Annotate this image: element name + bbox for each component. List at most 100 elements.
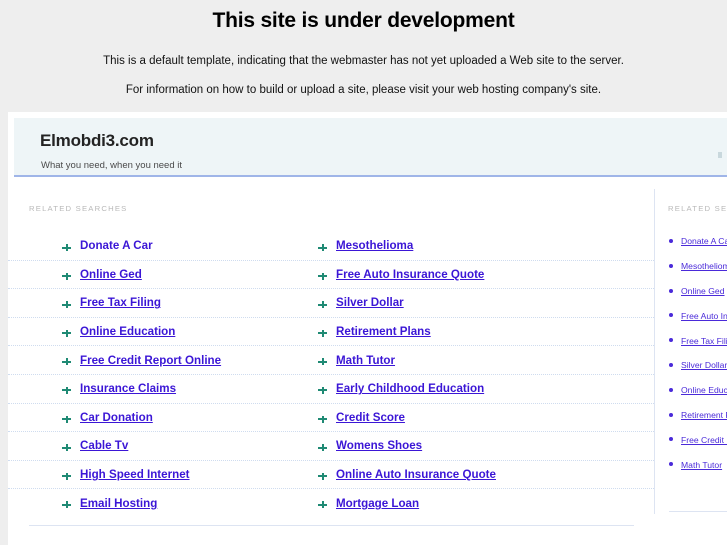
- table-row: Email Hosting Mortgage Loan: [8, 489, 654, 518]
- bottom-divider: [29, 525, 634, 526]
- dot-bullet-icon: [669, 338, 673, 343]
- arrow-bullet-icon: [62, 243, 71, 252]
- keyword-link[interactable]: High Speed Internet: [80, 468, 190, 481]
- keyword-link[interactable]: Credit Score: [336, 411, 405, 424]
- dot-bullet-icon: [669, 412, 673, 417]
- arrow-bullet-icon: [318, 472, 327, 481]
- list-item: Mesothelioma: [655, 254, 727, 279]
- rail-keyword-link[interactable]: Donate A Car: [681, 236, 727, 246]
- keyword-cell: Email Hosting: [8, 489, 318, 518]
- list-item: Math Tutor: [655, 452, 727, 477]
- keyword-link[interactable]: Free Tax Filing: [80, 296, 161, 309]
- rail-keyword-link[interactable]: Retirement Plans: [681, 410, 727, 420]
- keyword-link[interactable]: Womens Shoes: [336, 439, 422, 452]
- keyword-link[interactable]: Early Childhood Education: [336, 382, 484, 395]
- keyword-cell: Mortgage Loan: [318, 489, 628, 518]
- keyword-link[interactable]: Free Auto Insurance Quote: [336, 268, 484, 281]
- page-title: This site is under development: [212, 9, 515, 32]
- list-item: Free Tax Filing: [655, 328, 727, 353]
- domain-name: Elmobdi3.com: [40, 131, 154, 150]
- keyword-cell: Online Auto Insurance Quote: [318, 461, 628, 489]
- rail-searches-label: RELATED SEARCHES: [668, 204, 727, 213]
- default-template-notice: This site is under development This is a…: [0, 0, 727, 96]
- rail-keyword-link[interactable]: Free Credit Report Online: [681, 435, 727, 445]
- dot-bullet-icon: [669, 387, 673, 392]
- rail-keyword-link[interactable]: Free Auto Insurance Quote: [681, 311, 727, 321]
- list-item: Free Credit Report Online: [655, 427, 727, 452]
- keyword-link[interactable]: Cable Tv: [80, 439, 128, 452]
- keyword-cell: Womens Shoes: [318, 432, 628, 460]
- table-row: Donate A Car Mesothelioma: [8, 232, 654, 261]
- arrow-bullet-icon: [318, 415, 327, 424]
- keyword-cell: Insurance Claims: [8, 375, 318, 403]
- table-row: Free Credit Report Online Math Tutor: [8, 346, 654, 375]
- keyword-link[interactable]: Online Auto Insurance Quote: [336, 468, 496, 481]
- table-row: Cable Tv Womens Shoes: [8, 432, 654, 461]
- arrow-bullet-icon: [318, 243, 327, 252]
- keyword-cell: Cable Tv: [8, 432, 318, 460]
- keyword-cell: High Speed Internet: [8, 461, 318, 489]
- header-corner-marker: [718, 152, 722, 158]
- keyword-link[interactable]: Online Ged: [80, 268, 142, 281]
- arrow-bullet-icon: [62, 357, 71, 366]
- keyword-cell: Online Education: [8, 318, 318, 346]
- keyword-link-grid: Donate A Car Mesothelioma Online Ged Fre…: [8, 232, 654, 518]
- keyword-link[interactable]: Silver Dollar: [336, 296, 404, 309]
- arrow-bullet-icon: [62, 472, 71, 481]
- list-item: Online Ged: [655, 279, 727, 304]
- rail-keyword-link[interactable]: Online Education: [681, 385, 727, 395]
- dot-bullet-icon: [669, 437, 673, 442]
- list-item: Silver Dollar: [655, 353, 727, 378]
- keyword-link[interactable]: Car Donation: [80, 411, 153, 424]
- keyword-link[interactable]: Insurance Claims: [80, 382, 176, 395]
- keyword-link[interactable]: Retirement Plans: [336, 325, 431, 338]
- table-row: High Speed Internet Online Auto Insuranc…: [8, 461, 654, 490]
- arrow-bullet-icon: [318, 272, 327, 281]
- keyword-link[interactable]: Online Education: [80, 325, 175, 338]
- rail-keyword-link[interactable]: Silver Dollar: [681, 360, 727, 370]
- list-item: Free Auto Insurance Quote: [655, 303, 727, 328]
- table-row: Free Tax Filing Silver Dollar: [8, 289, 654, 318]
- list-item: Retirement Plans: [655, 403, 727, 428]
- arrow-bullet-icon: [62, 329, 71, 338]
- related-searches-main: RELATED SEARCHES Donate A Car Mesothelio…: [8, 179, 654, 545]
- park-body: RELATED SEARCHES Donate A Car Mesothelio…: [8, 179, 727, 545]
- table-row: Insurance Claims Early Childhood Educati…: [8, 375, 654, 404]
- arrow-bullet-icon: [318, 329, 327, 338]
- notice-line-1: This is a default template, indicating t…: [103, 55, 624, 67]
- dot-bullet-icon: [669, 263, 673, 268]
- keyword-link[interactable]: Mortgage Loan: [336, 497, 419, 510]
- keyword-link[interactable]: Math Tutor: [336, 354, 395, 367]
- rail-keyword-link[interactable]: Math Tutor: [681, 460, 722, 470]
- table-row: Online Ged Free Auto Insurance Quote: [8, 261, 654, 290]
- domain-tagline: What you need, when you need it: [41, 160, 183, 171]
- table-row: Car Donation Credit Score: [8, 404, 654, 433]
- arrow-bullet-icon: [318, 300, 327, 309]
- keyword-link[interactable]: Mesothelioma: [336, 239, 413, 252]
- related-searches-rail: RELATED SEARCHES Donate A Car Mesothelio…: [655, 179, 727, 545]
- keyword-cell: Silver Dollar: [318, 289, 628, 317]
- keyword-link[interactable]: Donate A Car: [80, 239, 153, 252]
- keyword-cell: Donate A Car: [8, 232, 318, 260]
- park-header: Elmobdi3.com What you need, when you nee…: [14, 118, 727, 177]
- arrow-bullet-icon: [62, 443, 71, 452]
- arrow-bullet-icon: [62, 386, 71, 395]
- rail-keyword-link[interactable]: Mesothelioma: [681, 261, 727, 271]
- list-item: Donate A Car: [655, 229, 727, 254]
- list-item: Online Education: [655, 378, 727, 403]
- dot-bullet-icon: [669, 239, 673, 243]
- keyword-cell: Car Donation: [8, 404, 318, 432]
- arrow-bullet-icon: [62, 272, 71, 281]
- dot-bullet-icon: [669, 288, 673, 293]
- keyword-cell: Free Tax Filing: [8, 289, 318, 317]
- rail-keyword-link[interactable]: Online Ged: [681, 286, 724, 296]
- arrow-bullet-icon: [62, 300, 71, 309]
- arrow-bullet-icon: [62, 415, 71, 424]
- dot-bullet-icon: [669, 362, 673, 367]
- rail-keyword-link[interactable]: Free Tax Filing: [681, 336, 727, 346]
- arrow-bullet-icon: [318, 500, 327, 509]
- rail-link-list: Donate A Car Mesothelioma Online Ged Fre…: [655, 229, 727, 477]
- arrow-bullet-icon: [318, 357, 327, 366]
- keyword-link[interactable]: Email Hosting: [80, 497, 157, 510]
- keyword-link[interactable]: Free Credit Report Online: [80, 354, 221, 367]
